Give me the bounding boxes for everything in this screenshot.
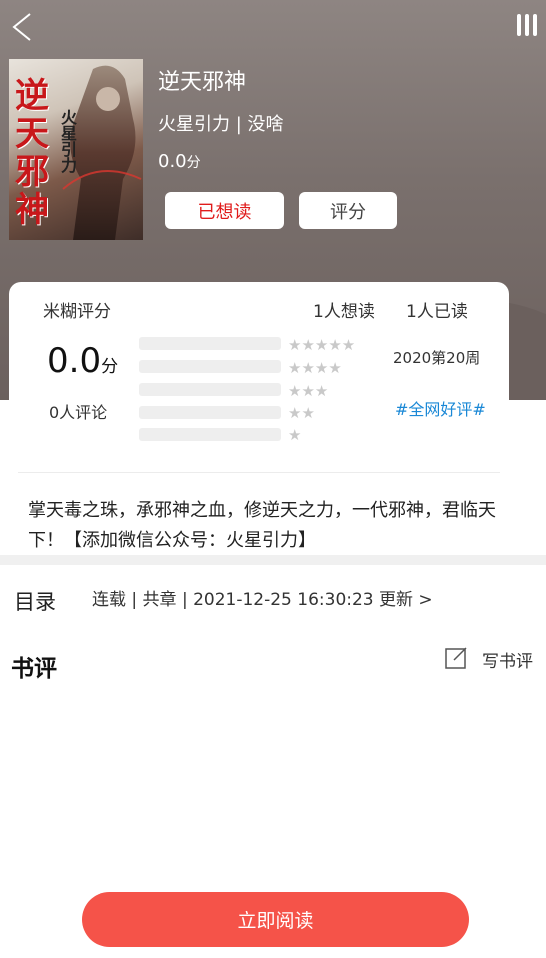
write-review-label: 写书评 [482,652,533,672]
menu-button[interactable] [514,14,540,40]
want-to-read-button[interactable]: 已想读 [165,192,284,229]
stars-4: ★★★★ [288,359,342,377]
section-divider [0,555,546,565]
chevron-left-icon [12,13,31,41]
menu-bar [533,14,537,36]
stars-3: ★★★ [288,382,329,400]
rating-score-value: 0.0 [47,341,102,381]
read-count: 1人已读 [406,302,468,322]
divider [18,472,500,473]
book-author: 火星引力 | 没啥 [158,114,284,135]
want-count: 1人想读 [313,302,375,322]
rate-button[interactable]: 评分 [299,192,397,229]
rating-bar-4 [139,360,281,373]
cover-author: 火星引力 [58,109,77,173]
menu-bar [525,14,529,36]
book-cover[interactable]: 逆天邪神 火星引力 [9,59,143,240]
toc-update-info[interactable]: 连载 | 共章 | 2021-12-25 16:30:23 更新 > [92,585,433,610]
edit-icon [445,646,467,669]
review-count: 0人评论 [49,403,108,422]
book-summary: 掌天毒之珠，承邪神之血，修逆天之力，一代邪神，君临天下！【添加微信公众号：火星引… [28,500,496,551]
rating-bar-3 [139,383,281,396]
rating-label: 米糊评分 [43,302,111,322]
rating-bar-5 [139,337,281,350]
reviews-heading: 书评 [11,656,57,682]
book-score: 0.0分 [158,151,201,172]
rating-score: 0.0分 [47,341,118,381]
rating-score-unit: 分 [101,357,119,377]
rating-card: 米糊评分 1人想读 1人已读 0.0分 0人评论 ★★★★★ ★★★★ ★★★ … [9,282,509,567]
write-review-button[interactable]: 写书评 [444,643,533,672]
read-now-button[interactable]: 立即阅读 [82,892,469,947]
cover-title: 逆天邪神 [15,76,49,230]
menu-bar [517,14,521,36]
stars-2: ★★ [288,404,315,422]
stars-5: ★★★★★ [288,336,356,354]
book-title: 逆天邪神 [158,70,247,95]
rating-bar-2 [139,406,281,419]
week-label: 2020第20周 [393,349,481,367]
stars-1: ★ [288,426,302,444]
hashtag-link[interactable]: #全网好评# [395,396,486,420]
book-score-unit: 分 [186,155,201,171]
book-score-value: 0.0 [158,151,187,172]
back-button[interactable] [8,10,38,44]
toc-label[interactable]: 目录 [14,586,56,616]
rating-bar-1 [139,428,281,441]
